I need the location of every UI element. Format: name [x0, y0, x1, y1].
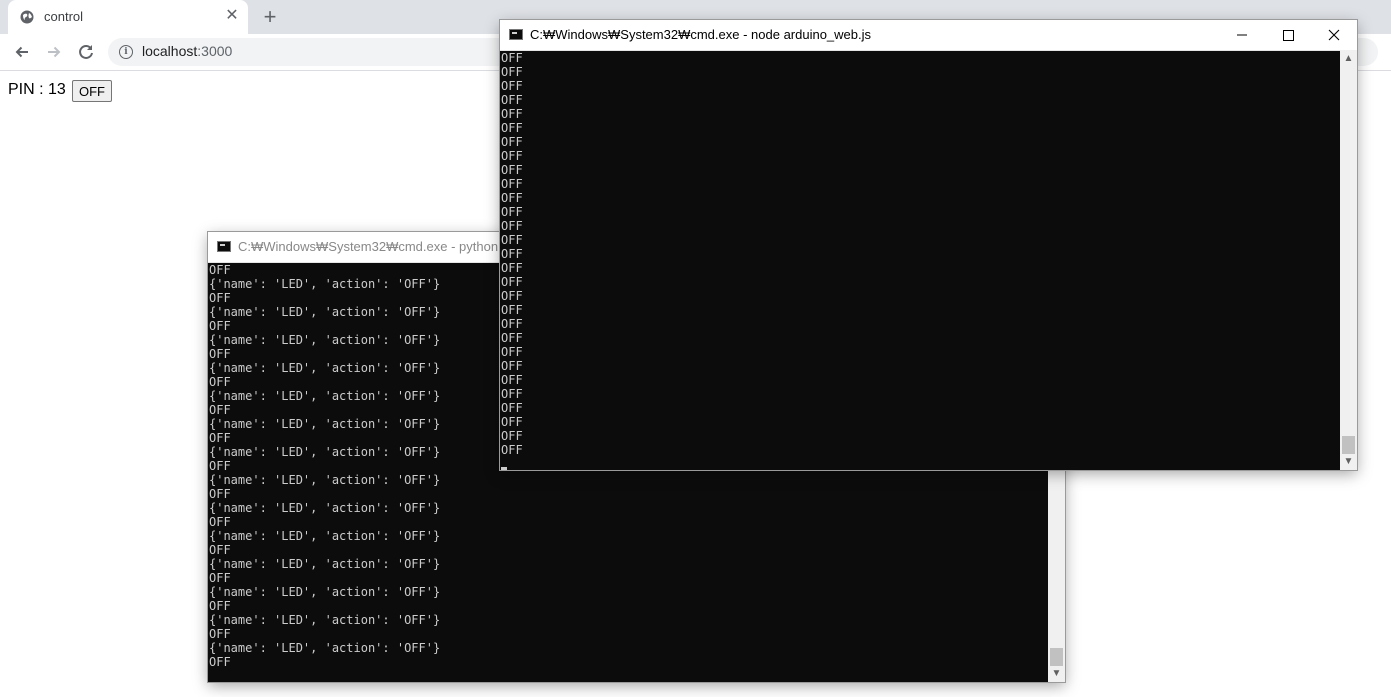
console-line: OFF [209, 347, 231, 361]
reload-icon[interactable] [75, 41, 97, 63]
console-line: {'name': 'LED', 'action': 'OFF'} [209, 361, 441, 375]
console-line: OFF [209, 319, 231, 333]
console-line: OFF [501, 163, 523, 177]
console-line: OFF [209, 431, 231, 445]
console-line: {'name': 'LED', 'action': 'OFF'} [209, 501, 441, 515]
url-host: localhost [142, 43, 198, 59]
console-line: OFF [209, 291, 231, 305]
console-line: OFF [501, 359, 523, 373]
console-line: {'name': 'LED', 'action': 'OFF'} [209, 277, 441, 291]
console-line: OFF [501, 177, 523, 191]
console-line: OFF [501, 135, 523, 149]
console-line: OFF [209, 263, 231, 277]
url-port: :3000 [197, 43, 233, 59]
console-line: {'name': 'LED', 'action': 'OFF'} [209, 305, 441, 319]
tab-title: control [44, 9, 84, 24]
console-line: OFF [209, 375, 231, 389]
console-line: OFF [501, 65, 523, 79]
console-line: OFF [501, 149, 523, 163]
globe-icon [20, 10, 34, 24]
console-line: OFF [501, 275, 523, 289]
pin-label: PIN : 13 [8, 81, 66, 98]
node-console-output: OFF OFF OFF OFF OFF OFF OFF OFF OFF OFF OFF OFF OFF O… [501, 51, 523, 457]
console-line: {'name': 'LED', 'action': 'OFF'} [209, 641, 441, 655]
console-line: {'name': 'LED', 'action': 'OFF'} [209, 585, 441, 599]
console-line: OFF [209, 515, 231, 529]
console-line: OFF [501, 93, 523, 107]
console-line: OFF [501, 261, 523, 275]
console-line: OFF [501, 219, 523, 233]
node-console-scrollbar[interactable]: ▲ ▼ [1340, 50, 1357, 470]
scroll-down-icon[interactable]: ▼ [1340, 453, 1357, 470]
python-console-output: OFF {'name': 'LED', 'action': 'OFF'} OFF {'… [209, 263, 440, 669]
console-line: OFF [209, 599, 231, 613]
console-line: OFF [501, 121, 523, 135]
console-line: OFF [209, 403, 231, 417]
console-line: OFF [501, 331, 523, 345]
cmd-icon [217, 241, 231, 252]
console-line: OFF [501, 415, 523, 429]
url-text: localhost:3000 [142, 43, 232, 59]
console-line: {'name': 'LED', 'action': 'OFF'} [209, 333, 441, 347]
browser-tab[interactable]: control ✕ [8, 0, 248, 34]
console-line: OFF [501, 107, 523, 121]
console-line: OFF [501, 205, 523, 219]
console-line: OFF [501, 429, 523, 443]
console-line: OFF [501, 345, 523, 359]
node-console-titlebar[interactable]: C:₩Windows₩System32₩cmd.exe - node ardui… [500, 20, 1357, 51]
new-tab-button[interactable]: + [259, 6, 281, 28]
minimize-icon[interactable] [1219, 20, 1265, 50]
cmd-icon [509, 29, 523, 40]
console-line: {'name': 'LED', 'action': 'OFF'} [209, 473, 441, 487]
node-console-window[interactable]: C:₩Windows₩System32₩cmd.exe - node ardui… [500, 20, 1357, 470]
console-line: OFF [209, 543, 231, 557]
console-line: {'name': 'LED', 'action': 'OFF'} [209, 389, 441, 403]
console-line: OFF [209, 571, 231, 585]
maximize-icon[interactable] [1265, 20, 1311, 50]
scroll-up-icon[interactable]: ▲ [1340, 50, 1357, 67]
console-line: OFF [501, 303, 523, 317]
scroll-down-icon[interactable]: ▼ [1048, 665, 1065, 682]
console-line: OFF [501, 373, 523, 387]
console-line: OFF [501, 401, 523, 415]
console-line: OFF [501, 443, 523, 457]
console-line: OFF [501, 233, 523, 247]
console-line: {'name': 'LED', 'action': 'OFF'} [209, 445, 441, 459]
console-line: OFF [209, 487, 231, 501]
console-line: {'name': 'LED', 'action': 'OFF'} [209, 417, 441, 431]
console-line: {'name': 'LED', 'action': 'OFF'} [209, 613, 441, 627]
console-line: OFF [209, 459, 231, 473]
console-line: OFF [501, 51, 523, 65]
close-icon[interactable] [1311, 20, 1357, 50]
console-line: OFF [501, 191, 523, 205]
console-line: OFF [501, 317, 523, 331]
close-tab-icon[interactable]: ✕ [224, 8, 240, 24]
python-console-title: C:₩Windows₩System32₩cmd.exe - python ard… [238, 239, 528, 254]
node-console-title: C:₩Windows₩System32₩cmd.exe - node ardui… [530, 27, 872, 42]
back-arrow-icon[interactable] [11, 41, 33, 63]
scrollbar-thumb[interactable] [1342, 436, 1355, 454]
console-cursor [501, 467, 507, 470]
console-line: OFF [209, 655, 231, 669]
console-line: OFF [501, 289, 523, 303]
console-line: {'name': 'LED', 'action': 'OFF'} [209, 557, 441, 571]
console-line: {'name': 'LED', 'action': 'OFF'} [209, 529, 441, 543]
console-line: OFF [501, 79, 523, 93]
led-toggle-button[interactable]: OFF [72, 80, 112, 102]
info-icon[interactable]: i [119, 45, 133, 59]
forward-arrow-icon[interactable] [43, 41, 65, 63]
console-line: OFF [501, 247, 523, 261]
console-line: OFF [501, 387, 523, 401]
scrollbar-thumb[interactable] [1050, 648, 1063, 666]
console-line: OFF [209, 627, 231, 641]
